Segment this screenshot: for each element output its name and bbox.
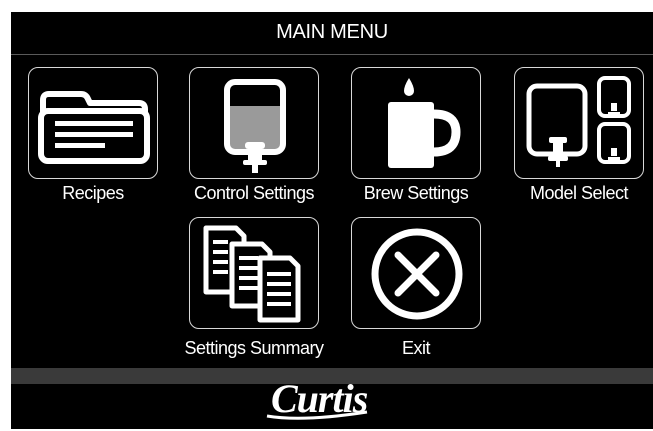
- exit-button[interactable]: [351, 217, 481, 329]
- exit-label: Exit: [401, 338, 431, 358]
- coffee-mug-icon: [388, 78, 461, 168]
- control-settings-button[interactable]: [189, 67, 319, 179]
- recipes-label: Recipes: [62, 183, 124, 203]
- documents-icon: [203, 225, 301, 323]
- control-settings-label: Control Settings: [193, 183, 315, 203]
- folder-icon: [38, 91, 150, 164]
- brew-settings-label: Brew Settings: [363, 183, 469, 203]
- touch-screen: MAIN MENU Recipes Control Settings Brew …: [11, 12, 653, 429]
- curtis-logo: Curtis: [263, 368, 383, 426]
- brew-settings-button[interactable]: [351, 67, 481, 179]
- water-tank-icon: [224, 79, 286, 173]
- model-select-button[interactable]: [514, 67, 644, 179]
- model-select-label: Model Select: [529, 183, 629, 203]
- recipes-button[interactable]: [28, 67, 158, 179]
- title-divider: [11, 54, 653, 55]
- settings-summary-button[interactable]: [189, 217, 319, 329]
- close-circle-icon: [371, 228, 463, 320]
- dispenser-models-icon: [526, 76, 631, 167]
- page-title: MAIN MENU: [276, 21, 388, 43]
- settings-summary-label: Settings Summary: [184, 338, 324, 358]
